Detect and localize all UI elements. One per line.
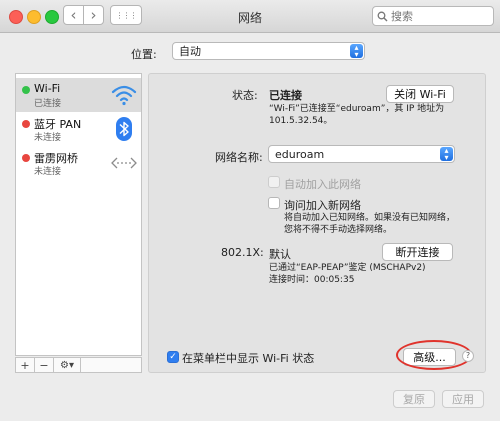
location-select[interactable]: 自动 ▴ ▾ xyxy=(172,42,365,60)
question-icon: ? xyxy=(465,351,471,360)
dot1x-auth-description: 已通过“EAP-PEAP”鉴定 (MSCHAPv2) xyxy=(269,263,426,273)
remove-service-button[interactable]: − xyxy=(35,358,54,372)
status-description: “Wi-Fi”已连接至“eduroam”，其 IP 地址为 101.5.32.5… xyxy=(269,104,445,126)
stepper-icon: ▴ ▾ xyxy=(350,44,363,59)
disconnect-button[interactable]: 断开连接 xyxy=(382,243,453,261)
dot1x-value: 默认 xyxy=(269,248,291,261)
location-label: 位置: xyxy=(131,48,157,61)
service-list-toolbar: + − ⚙▾ xyxy=(15,357,142,373)
thunderbolt-bridge-icon xyxy=(111,157,137,169)
service-item-thunderbolt-bridge[interactable]: 雷雳网桥 未连接 xyxy=(16,146,141,180)
show-menu-label: 在菜单栏中显示 Wi-Fi 状态 xyxy=(182,352,315,365)
service-item-wifi[interactable]: Wi-Fi 已连接 xyxy=(16,78,141,112)
wifi-icon xyxy=(111,85,137,106)
connection-time: 连接时间：00:05:35 xyxy=(269,275,355,285)
search-icon xyxy=(377,11,388,21)
ask-join-description: 将自动加入已知网络。如果没有已知网络，您将不得不手动选择网络。 xyxy=(284,213,456,235)
auto-join-checkbox[interactable] xyxy=(268,176,280,188)
status-label: 状态: xyxy=(232,89,258,102)
apply-button[interactable]: 应用 xyxy=(442,390,484,408)
service-item-bluetooth-pan[interactable]: 蓝牙 PAN 未连接 xyxy=(16,112,141,146)
help-button[interactable]: ? xyxy=(462,350,474,362)
network-name-label: 网络名称: xyxy=(215,151,263,164)
service-status: 未连接 xyxy=(34,167,62,177)
ask-join-label: 询问加入新网络 xyxy=(284,199,361,212)
stepper-icon: ▴ ▾ xyxy=(440,147,453,162)
search-input[interactable] xyxy=(391,9,481,23)
gear-icon: ⚙▾ xyxy=(60,359,74,371)
status-dot xyxy=(22,86,30,94)
dot1x-label: 802.1X: xyxy=(221,246,264,259)
status-dot xyxy=(22,120,30,128)
status-dot xyxy=(22,154,30,162)
revert-button[interactable]: 复原 xyxy=(393,390,435,408)
annotation-circle xyxy=(396,340,472,370)
turn-off-wifi-button[interactable]: 关闭 Wi-Fi xyxy=(386,85,454,103)
network-name-value: eduroam xyxy=(275,147,325,161)
location-value: 自动 xyxy=(179,45,201,58)
checkmark-icon: ✓ xyxy=(169,352,177,362)
action-menu-button[interactable]: ⚙▾ xyxy=(54,358,81,372)
auto-join-label: 自动加入此网络 xyxy=(284,178,361,191)
search-field[interactable] xyxy=(372,6,494,26)
service-status: 已连接 xyxy=(34,99,62,109)
add-service-button[interactable]: + xyxy=(16,358,35,372)
status-value: 已连接 xyxy=(269,89,302,102)
service-name: Wi-Fi xyxy=(34,82,61,95)
show-menu-checkbox[interactable]: ✓ xyxy=(167,351,179,363)
ask-join-checkbox[interactable] xyxy=(268,197,280,209)
network-name-select[interactable]: eduroam ▴ ▾ xyxy=(268,145,455,163)
bluetooth-icon xyxy=(116,117,132,141)
minus-icon: − xyxy=(39,358,49,372)
service-list: Wi-Fi 已连接 蓝牙 PAN 未连接 雷雳网桥 未连接 xyxy=(15,73,142,356)
service-status: 未连接 xyxy=(34,133,62,143)
plus-icon: + xyxy=(20,358,30,372)
